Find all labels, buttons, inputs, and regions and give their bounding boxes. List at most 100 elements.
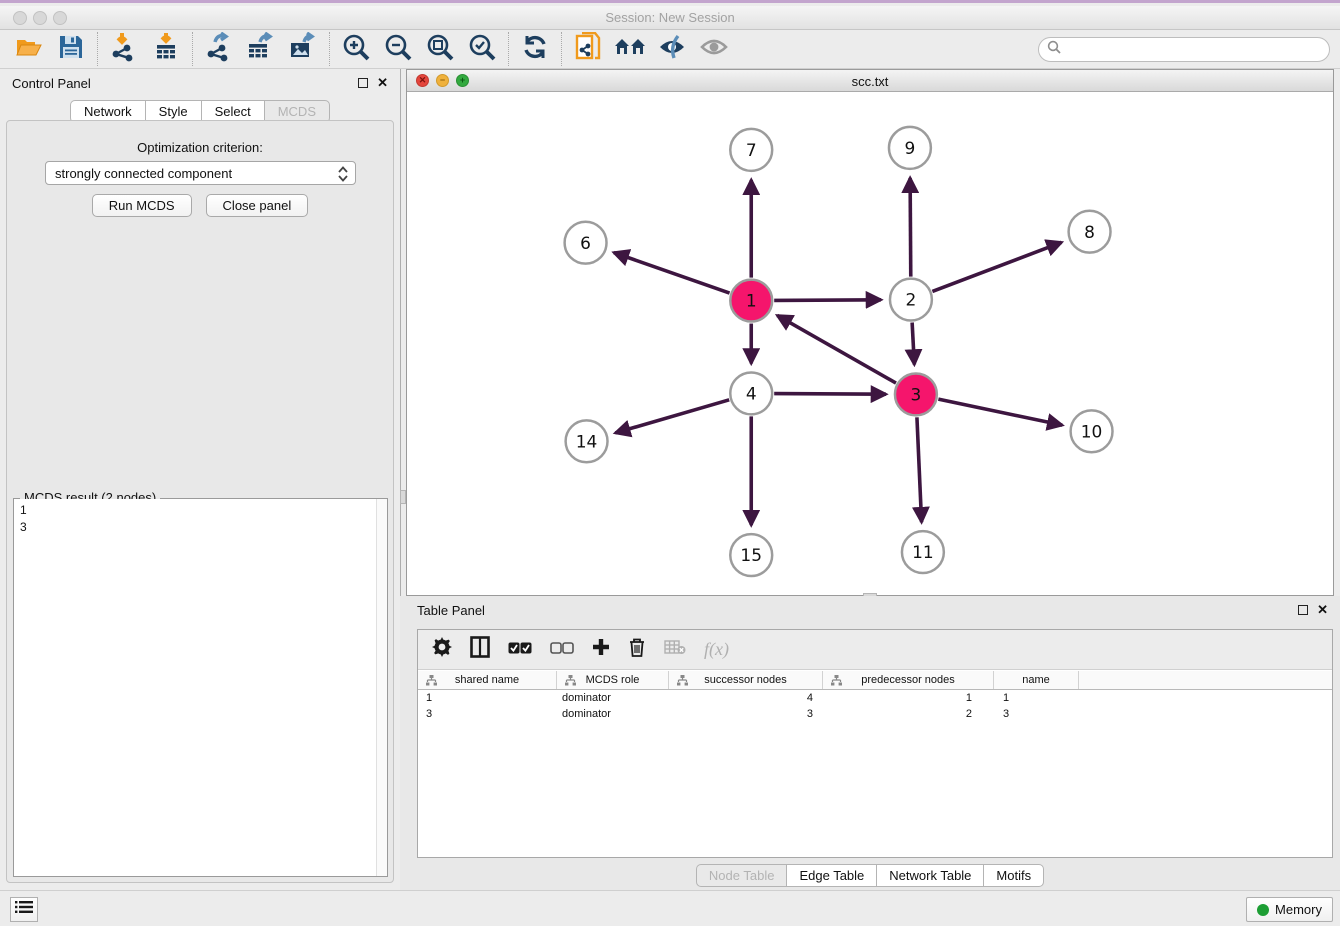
export-network-button[interactable]	[204, 34, 234, 64]
network-window: ✕ − + scc.txt 7 9 6 8 1 2 4 3 14 10 15 11	[406, 69, 1334, 596]
save-session-button[interactable]	[56, 34, 86, 64]
tab-node-table[interactable]: Node Table	[696, 864, 787, 887]
node-label-15: 15	[740, 545, 762, 565]
node-label-10: 10	[1081, 421, 1103, 441]
node-7[interactable]: 7	[730, 129, 772, 171]
close-panel-icon[interactable]: ✕	[377, 75, 388, 91]
node-4[interactable]: 4	[730, 372, 772, 414]
add-column-button[interactable]	[592, 638, 610, 662]
criterion-select[interactable]: strongly connected component	[45, 161, 356, 185]
tab-network-table[interactable]: Network Table	[876, 864, 983, 887]
apply-layout-button[interactable]	[520, 34, 550, 64]
deselect-all-columns-button[interactable]	[550, 638, 574, 662]
toolbar-separator	[561, 32, 562, 66]
tab-edge-table[interactable]: Edge Table	[786, 864, 876, 887]
node-table[interactable]: shared nameMCDS rolesuccessor nodesprede…	[418, 671, 1332, 722]
node-2[interactable]: 2	[890, 279, 932, 321]
close-panel-button[interactable]: Close panel	[206, 194, 309, 217]
node-1[interactable]: 1	[730, 280, 772, 322]
eye-slash-icon	[657, 34, 687, 65]
node-label-3: 3	[911, 385, 922, 405]
tab-motifs[interactable]: Motifs	[983, 864, 1044, 887]
edge-1-6[interactable]	[614, 253, 730, 293]
column-header-MCDS-role[interactable]: MCDS role	[557, 671, 669, 689]
node-15[interactable]: 15	[730, 534, 772, 576]
cell: 1	[823, 692, 994, 704]
show-columns-button[interactable]	[470, 638, 490, 662]
zoom-selected-button[interactable]	[467, 34, 497, 64]
show-all-button[interactable]	[699, 34, 729, 64]
delete-table-button[interactable]	[664, 638, 686, 662]
export-table-button[interactable]	[246, 34, 276, 64]
node-9[interactable]: 9	[889, 127, 931, 169]
column-header-predecessor-nodes[interactable]: predecessor nodes	[823, 671, 994, 689]
node-14[interactable]: 14	[566, 420, 608, 462]
import-network-button[interactable]	[109, 34, 139, 64]
cell: dominator	[557, 708, 669, 720]
edge-2-9[interactable]	[910, 178, 911, 277]
run-mcds-button[interactable]: Run MCDS	[92, 194, 192, 217]
first-neighbors-button[interactable]	[615, 34, 645, 64]
table-row[interactable]: 1dominator411	[418, 690, 1332, 706]
edge-3-1[interactable]	[777, 315, 896, 383]
node-label-9: 9	[905, 138, 916, 158]
column-header-name[interactable]: name	[994, 671, 1079, 689]
mcds-result-text[interactable]: 1 3	[14, 499, 387, 876]
float-table-panel-icon[interactable]	[1298, 605, 1308, 615]
node-6[interactable]: 6	[565, 222, 607, 264]
network-graph[interactable]: 7 9 6 8 1 2 4 3 14 10 15 11	[407, 92, 1333, 595]
save-floppy-icon	[58, 34, 84, 65]
table-settings-button[interactable]	[432, 638, 452, 662]
close-table-panel-icon[interactable]: ✕	[1317, 602, 1328, 618]
edge-1-2[interactable]	[774, 300, 881, 301]
network-canvas[interactable]: 7 9 6 8 1 2 4 3 14 10 15 11	[407, 92, 1333, 595]
cell: 3	[994, 708, 1079, 720]
cell: 1	[418, 692, 557, 704]
search-input[interactable]	[1038, 37, 1330, 62]
memory-label: Memory	[1275, 902, 1322, 917]
node-8[interactable]: 8	[1069, 211, 1111, 253]
delete-table-icon	[664, 639, 686, 660]
export-network-icon	[205, 32, 233, 67]
window-title: Session: New Session	[0, 10, 1340, 25]
zoom-fit-button[interactable]	[425, 34, 455, 64]
homes-icon	[614, 34, 646, 65]
node-label-14: 14	[576, 431, 598, 451]
edge-2-3[interactable]	[912, 323, 914, 365]
float-panel-icon[interactable]	[358, 78, 368, 88]
zoom-out-button[interactable]	[383, 34, 413, 64]
task-history-button[interactable]	[10, 897, 38, 922]
delete-columns-button[interactable]	[628, 638, 646, 662]
main-toolbar	[0, 30, 1340, 69]
node-label-8: 8	[1084, 222, 1095, 242]
hide-selected-button[interactable]	[657, 34, 687, 64]
gear-icon	[432, 637, 452, 662]
edge-3-11[interactable]	[917, 417, 922, 522]
edge-4-14[interactable]	[615, 400, 729, 433]
edge-2-8[interactable]	[932, 242, 1061, 291]
open-session-button[interactable]	[14, 34, 44, 64]
table-row[interactable]: 3dominator323	[418, 706, 1332, 722]
export-image-icon	[288, 32, 318, 67]
memory-button[interactable]: Memory	[1246, 897, 1333, 922]
edge-4-3[interactable]	[774, 394, 886, 395]
criterion-value: strongly connected component	[55, 166, 232, 181]
column-header-successor-nodes[interactable]: successor nodes	[669, 671, 823, 689]
mcds-panel: Optimization criterion: strongly connect…	[6, 120, 394, 883]
node-10[interactable]: 10	[1071, 410, 1113, 452]
node-11[interactable]: 11	[902, 531, 944, 573]
control-panel: Control Panel ✕ NetworkStyleSelectMCDS O…	[0, 69, 400, 893]
fx-icon: f(x)	[704, 639, 729, 660]
result-scrollbar[interactable]	[376, 499, 387, 876]
edge-3-10[interactable]	[938, 399, 1062, 425]
import-table-icon	[153, 32, 179, 67]
function-builder-button[interactable]: f(x)	[704, 638, 729, 662]
export-image-button[interactable]	[288, 34, 318, 64]
column-header-shared-name[interactable]: shared name	[418, 671, 557, 689]
node-3[interactable]: 3	[895, 373, 937, 415]
zoom-in-button[interactable]	[341, 34, 371, 64]
new-network-from-selection-button[interactable]	[573, 34, 603, 64]
import-table-button[interactable]	[151, 34, 181, 64]
select-all-columns-button[interactable]	[508, 638, 532, 662]
network-window-titlebar[interactable]: ✕ − + scc.txt	[407, 70, 1333, 92]
